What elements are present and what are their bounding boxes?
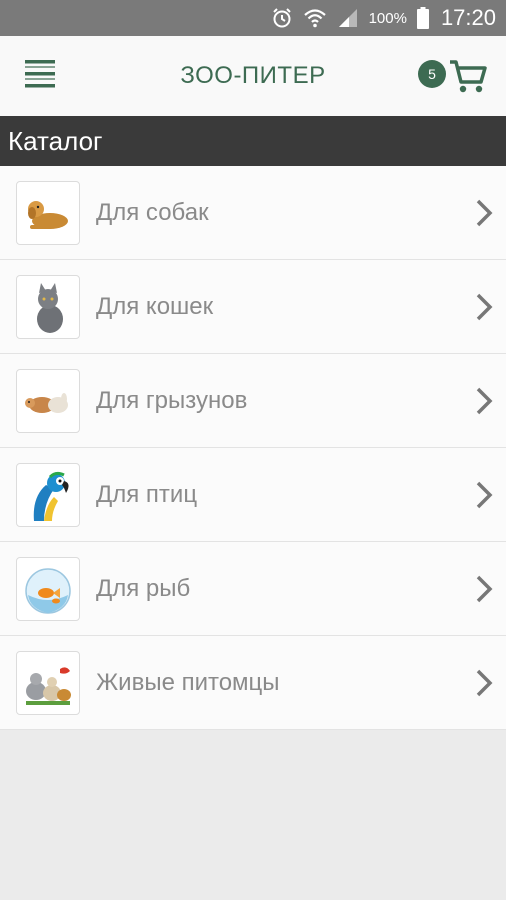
catalog-list: Для собак Для кошек Для грызунов Для пти…	[0, 166, 506, 730]
parrot-image	[16, 462, 80, 527]
menu-button[interactable]	[22, 58, 58, 94]
rodent-image	[16, 368, 80, 433]
catalog-item-rodents[interactable]: Для грызунов	[0, 354, 506, 448]
chevron-right-icon	[474, 387, 494, 420]
chevron-right-icon	[474, 293, 494, 326]
catalog-item-birds[interactable]: Для птиц	[0, 448, 506, 542]
cart-count-badge: 5	[418, 60, 446, 88]
status-bar: 100% 17:20	[0, 0, 506, 36]
catalog-item-label: Для птиц	[96, 480, 198, 508]
catalog-item-label: Для кошек	[96, 292, 214, 320]
catalog-item-label: Для грызунов	[96, 386, 248, 414]
shopping-cart-icon	[448, 56, 488, 101]
fish-image	[16, 556, 80, 621]
battery-icon	[416, 7, 429, 29]
catalog-item-cats[interactable]: Для кошек	[0, 260, 506, 354]
battery-percent: 100%	[368, 9, 407, 27]
pets-image	[16, 650, 80, 715]
catalog-header: Каталог	[0, 116, 506, 166]
clock: 17:20	[440, 5, 496, 30]
chevron-right-icon	[474, 575, 494, 608]
wifi-icon	[303, 7, 327, 29]
app-bar: ЗОО-ПИТЕР 5	[0, 36, 506, 116]
cart-button[interactable]: 5	[412, 54, 492, 98]
catalog-item-live-pets[interactable]: Живые питомцы	[0, 636, 506, 730]
catalog-item-label: Для собак	[96, 198, 209, 226]
catalog-item-dogs[interactable]: Для собак	[0, 166, 506, 260]
catalog-item-label: Для рыб	[96, 574, 191, 602]
chevron-right-icon	[474, 199, 494, 232]
chevron-right-icon	[474, 669, 494, 702]
catalog-item-fish[interactable]: Для рыб	[0, 542, 506, 636]
alarm-icon	[271, 7, 293, 29]
app-title: ЗОО-ПИТЕР	[180, 62, 326, 89]
catalog-item-label: Живые питомцы	[96, 668, 280, 696]
cat-image	[16, 274, 80, 339]
chevron-right-icon	[474, 481, 494, 514]
signal-icon	[337, 7, 359, 29]
dog-image	[16, 180, 80, 245]
hamburger-icon	[23, 57, 57, 96]
